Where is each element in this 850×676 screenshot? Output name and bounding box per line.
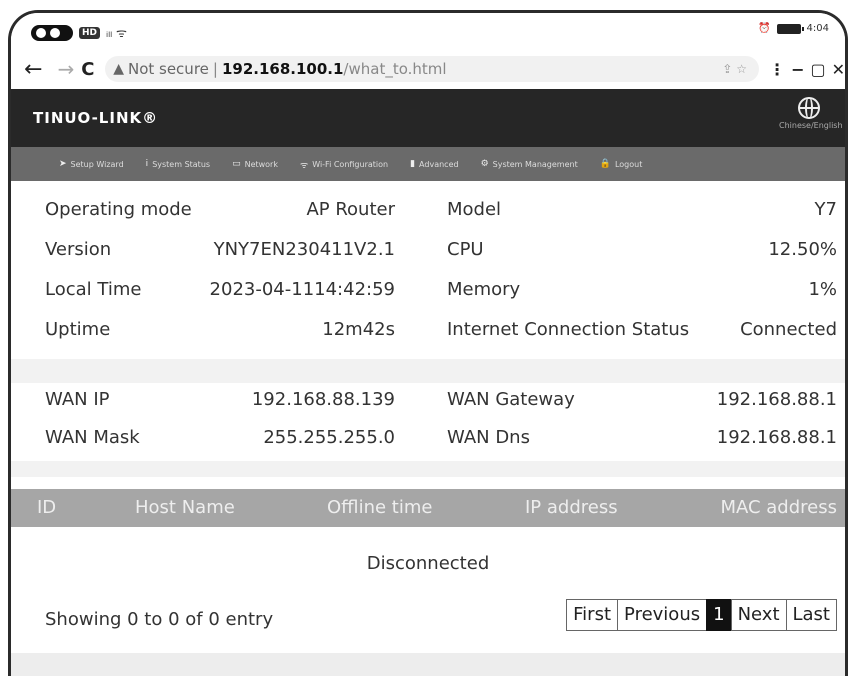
restore-icon[interactable]: ▢	[810, 60, 825, 79]
close-icon[interactable]: ✕	[832, 60, 845, 79]
page-current-button[interactable]: 1	[706, 599, 732, 631]
info-label: Uptime	[45, 319, 111, 340]
info-value: AP Router	[306, 199, 395, 220]
column-header-offline-time: Offline time	[327, 497, 433, 518]
menu-item-logout[interactable]: 🔒 Logout	[600, 159, 643, 169]
section-divider	[11, 359, 845, 383]
info-label: Operating mode	[45, 199, 192, 220]
wan-row: WAN IP 192.168.88.139 WAN Gateway 192.16…	[11, 383, 845, 419]
menu-item-wifi[interactable]: ᯤ Wi-Fi Configuration	[300, 158, 388, 171]
section-divider	[11, 461, 845, 477]
phone-frame: HD ᵢₗₗ ᯤ ⏰ 4:04 ← → C ▲ Not secure | 192…	[8, 10, 848, 676]
hd-badge: HD	[79, 26, 101, 39]
menu-item-label: Wi-Fi Configuration	[312, 159, 389, 169]
status-time: 4:04	[806, 23, 829, 34]
info-label: WAN Dns	[447, 427, 530, 448]
info-value: 12m42s	[322, 319, 395, 340]
column-header-host-name: Host Name	[135, 497, 235, 518]
wan-row: WAN Mask 255.255.255.0 WAN Dns 192.168.8…	[11, 421, 845, 457]
info-value: 192.168.88.1	[716, 389, 837, 410]
menu-item-advanced[interactable]: ▮ Advanced	[410, 159, 458, 169]
column-header-id: ID	[37, 497, 57, 518]
info-label: Version	[45, 239, 112, 260]
gears-icon: ⚙	[480, 159, 489, 169]
info-label: Local Time	[45, 279, 142, 300]
security-label: Not secure	[127, 60, 209, 78]
info-label: Memory	[447, 279, 521, 300]
browser-toolbar: ← → C ▲ Not secure | 192.168.100.1 /what…	[11, 49, 845, 89]
warning-icon: ▲	[113, 61, 124, 77]
info-value: 12.50%	[768, 239, 837, 260]
page-last-button[interactable]: Last	[785, 599, 837, 631]
language-label: Chinese/English	[779, 121, 843, 130]
forward-arrow-icon[interactable]: →	[56, 57, 77, 81]
share-star-icons[interactable]: ⇪ ☆	[722, 62, 747, 76]
reload-icon[interactable]: C	[76, 59, 99, 80]
info-value: Y7	[814, 199, 837, 220]
page-first-button[interactable]: First	[566, 599, 619, 631]
menu-item-label: System Management	[492, 159, 578, 169]
menu-item-label: Network	[244, 159, 278, 169]
menu-item-label: Setup Wizard	[70, 159, 124, 169]
menu-item-system-management[interactable]: ⚙ System Management	[481, 159, 578, 169]
page-next-button[interactable]: Next	[730, 599, 787, 631]
table-header: ID Host Name Offline time IP address MAC…	[11, 489, 845, 527]
menu-item-setup-wizard[interactable]: ➤ Setup Wizard	[59, 159, 124, 169]
info-value: 1%	[808, 279, 837, 300]
minimize-icon[interactable]: −	[791, 60, 804, 79]
address-bar[interactable]: ▲ Not secure | 192.168.100.1 /what_to.ht…	[105, 56, 760, 82]
page-previous-button[interactable]: Previous	[617, 599, 708, 631]
menu-item-system-status[interactable]: ⅰ System Status	[146, 159, 210, 169]
menu-item-label: Advanced	[419, 159, 459, 169]
info-label: CPU	[447, 239, 484, 260]
url-host: 192.168.100.1	[221, 60, 344, 78]
entries-summary: Showing 0 to 0 of 0 entry	[45, 609, 274, 630]
book-icon: ▮	[410, 159, 416, 169]
pagination: First Previous 1 Next Last	[566, 599, 837, 631]
info-row: Version YNY7EN230411V2.1 CPU 12.50%	[11, 233, 845, 269]
send-icon: ➤	[59, 159, 67, 169]
menu-icon[interactable]: ⋮	[769, 60, 785, 79]
info-row: Local Time 2023-04-1114:42:59 Memory 1%	[11, 273, 845, 309]
back-arrow-icon[interactable]: ←	[21, 57, 46, 82]
router-header: TINUO-LINK® Chinese/English	[11, 89, 845, 147]
status-bar: HD ᵢₗₗ ᯤ ⏰ 4:04	[11, 13, 845, 49]
info-value: YNY7EN230411V2.1	[213, 239, 395, 260]
column-header-mac-address: MAC address	[720, 497, 837, 518]
info-row: Uptime 12m42s Internet Connection Status…	[11, 313, 845, 349]
info-value: 2023-04-1114:42:59	[209, 279, 395, 300]
url-path: /what_to.html	[343, 60, 447, 78]
language-switch[interactable]: Chinese/English	[779, 97, 843, 130]
info-value: 192.168.88.139	[251, 389, 395, 410]
info-icon: ⅰ	[145, 159, 149, 169]
info-value: Connected	[740, 319, 837, 340]
info-value: 255.255.255.0	[263, 427, 395, 448]
info-label: Internet Connection Status	[447, 319, 690, 340]
menu-item-label: System Status	[152, 159, 211, 169]
alarm-icon: ⏰	[758, 23, 771, 34]
lock-icon: 🔒	[599, 159, 611, 169]
column-header-ip-address: IP address	[525, 497, 618, 518]
info-label: WAN IP	[45, 389, 110, 410]
globe-icon	[798, 97, 820, 119]
info-row: Operating mode AP Router Model Y7	[11, 193, 845, 229]
monitor-icon: ▭	[232, 159, 241, 169]
status-content: Operating mode AP Router Model Y7 Versio…	[11, 181, 845, 676]
info-label: Model	[447, 199, 502, 220]
info-label: WAN Mask	[45, 427, 140, 448]
info-label: WAN Gateway	[447, 389, 575, 410]
window-controls: ⋮ − ▢ ✕	[769, 60, 845, 79]
menu-item-network[interactable]: ▭ Network	[232, 159, 278, 169]
signal-icon: ᵢₗₗ ᯤ	[106, 26, 127, 40]
info-value: 192.168.88.1	[716, 427, 837, 448]
battery-icon	[776, 23, 804, 34]
url-separator: |	[212, 60, 218, 78]
camera-pill-icon	[31, 24, 73, 41]
brand-logo: TINUO-LINK®	[33, 109, 159, 127]
main-menu: ➤ Setup Wizard ⅰ System Status ▭ Network ᯤW…	[11, 147, 845, 181]
table-empty-message: Disconnected	[366, 553, 490, 574]
menu-item-label: Logout	[614, 159, 643, 169]
wifi-icon: ᯤ	[299, 160, 309, 171]
